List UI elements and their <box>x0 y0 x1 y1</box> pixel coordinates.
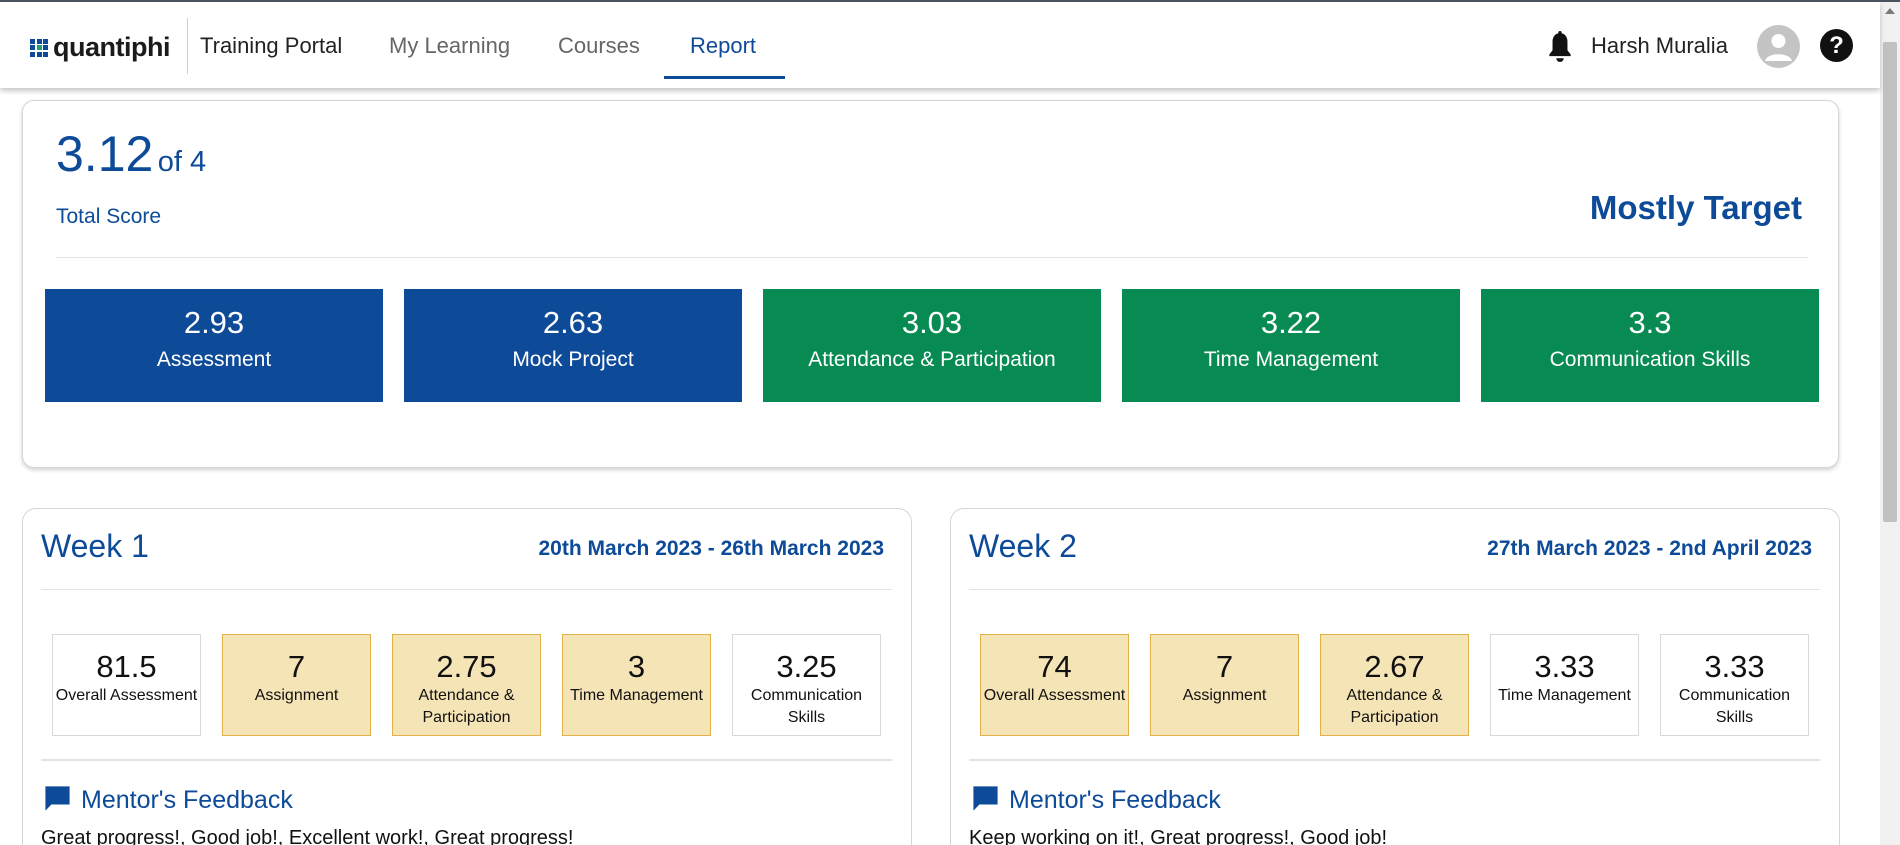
feedback-divider <box>969 759 1820 761</box>
tile-communication: 3.3 Communication Skills <box>1481 289 1819 402</box>
metric-label: Overall Assessment <box>983 687 1126 704</box>
metric-attendance: 2.75 Attendance & Participation <box>392 634 541 736</box>
scroll-up-arrow-icon[interactable] <box>1885 8 1895 14</box>
active-tab-indicator <box>664 76 785 79</box>
tile-value: 3.03 <box>901 305 963 340</box>
metric-label: Time Management <box>570 687 703 704</box>
week-title: Week 2 <box>969 528 1077 564</box>
week-metrics: 81.5 Overall Assessment 7 Assignment 2.7… <box>52 634 881 736</box>
week-divider <box>969 589 1820 590</box>
rating-label: Mostly Target <box>1589 189 1802 226</box>
metric-label: Assignment <box>254 687 339 704</box>
brand-name: quantiphi <box>53 32 170 62</box>
brand-logo[interactable]: quantiphi <box>30 32 170 63</box>
metric-time-management: 3 Time Management <box>562 634 711 736</box>
metric-communication: 3.33 Communication Skills <box>1660 634 1809 736</box>
tile-label: Mock Project <box>512 348 634 371</box>
metric-assignment: 7 Assignment <box>222 634 371 736</box>
total-score-card: 3.12 of 4 Total Score Mostly Target 2.93… <box>22 100 1839 468</box>
nav-my-learning[interactable]: My Learning <box>389 33 510 59</box>
mentor-feedback-title: Mentor's Feedback <box>81 786 293 814</box>
user-name[interactable]: Harsh Muralia <box>1591 33 1728 59</box>
week-1-card: Week 1 20th March 2023 - 26th March 2023… <box>22 508 912 845</box>
mentor-feedback-text: Great progress!, Good job!, Excellent wo… <box>41 827 574 845</box>
week-date-range: 27th March 2023 - 2nd April 2023 <box>1487 537 1812 560</box>
metric-label: Communication Skills <box>750 687 863 726</box>
metric-attendance: 2.67 Attendance & Participation <box>1320 634 1469 736</box>
metric-value: 7 <box>287 649 306 684</box>
metric-value: 3.33 <box>1534 649 1595 684</box>
metric-label: Assignment <box>1182 687 1267 704</box>
metric-overall-assessment: 74 Overall Assessment <box>980 634 1129 736</box>
mentor-feedback-text: Keep working on it!, Great progress!, Go… <box>969 827 1387 845</box>
metric-value: 3 <box>627 649 646 684</box>
metric-value: 7 <box>1215 649 1234 684</box>
week-2-card: Week 2 27th March 2023 - 2nd April 2023 … <box>950 508 1840 845</box>
total-score-max: of 4 <box>157 146 207 178</box>
metric-communication: 3.25 Communication Skills <box>732 634 881 736</box>
total-score-value: 3.12 <box>56 126 154 182</box>
tile-mock-project: 2.63 Mock Project <box>404 289 742 402</box>
mentor-feedback-title: Mentor's Feedback <box>1009 786 1221 814</box>
tile-value: 2.63 <box>542 305 604 340</box>
scrollbar-thumb[interactable] <box>1883 42 1897 522</box>
metric-value: 3.25 <box>776 649 837 684</box>
metric-label: Attendance & Participation <box>1346 687 1443 726</box>
comment-icon <box>971 784 1000 818</box>
tile-value: 2.93 <box>183 305 245 340</box>
nav-report[interactable]: Report <box>690 33 756 59</box>
tile-attendance: 3.03 Attendance & Participation <box>763 289 1101 402</box>
metric-label: Time Management <box>1498 687 1631 704</box>
summary-divider <box>56 257 1808 258</box>
comment-icon <box>43 784 72 818</box>
total-score: 3.12 of 4 <box>56 125 206 183</box>
metric-value: 74 <box>1037 649 1072 684</box>
logo-divider <box>187 18 188 74</box>
tile-time-management: 3.22 Time Management <box>1122 289 1460 402</box>
metric-overall-assessment: 81.5 Overall Assessment <box>52 634 201 736</box>
tile-label: Assessment <box>156 348 272 371</box>
metric-time-management: 3.33 Time Management <box>1490 634 1639 736</box>
tile-label: Time Management <box>1203 348 1379 371</box>
logo-mark-icon <box>30 38 48 57</box>
metric-value: 3.33 <box>1704 649 1765 684</box>
week-divider <box>41 589 892 590</box>
feedback-divider <box>41 759 892 761</box>
week-title: Week 1 <box>41 528 149 564</box>
vertical-scrollbar[interactable] <box>1880 2 1900 845</box>
metric-label: Attendance & Participation <box>418 687 515 726</box>
tile-assessment: 2.93 Assessment <box>45 289 383 402</box>
metric-value: 2.75 <box>436 649 497 684</box>
tile-value: 3.22 <box>1260 305 1322 340</box>
week-metrics: 74 Overall Assessment 7 Assignment 2.67 … <box>980 634 1809 736</box>
metric-assignment: 7 Assignment <box>1150 634 1299 736</box>
total-score-label: Total Score <box>56 205 162 228</box>
top-navbar: quantiphi Training Portal My Learning Co… <box>0 2 1880 88</box>
category-score-tiles: 2.93 Assessment 2.63 Mock Project 3.03 A… <box>45 289 1819 402</box>
metric-label: Communication Skills <box>1678 687 1791 726</box>
metric-label: Overall Assessment <box>55 687 198 704</box>
bell-icon[interactable] <box>1547 31 1573 68</box>
tile-label: Attendance & Participation <box>808 348 1056 371</box>
metric-value: 2.67 <box>1364 649 1425 684</box>
week-date-range: 20th March 2023 - 26th March 2023 <box>538 537 885 560</box>
avatar-icon[interactable] <box>1757 25 1800 68</box>
tile-label: Communication Skills <box>1549 348 1751 371</box>
portal-title: Training Portal <box>200 33 343 58</box>
nav-courses[interactable]: Courses <box>558 33 640 59</box>
metric-value: 81.5 <box>96 649 157 684</box>
tile-value: 3.3 <box>1628 305 1672 340</box>
help-icon[interactable]: ? <box>1820 29 1853 62</box>
